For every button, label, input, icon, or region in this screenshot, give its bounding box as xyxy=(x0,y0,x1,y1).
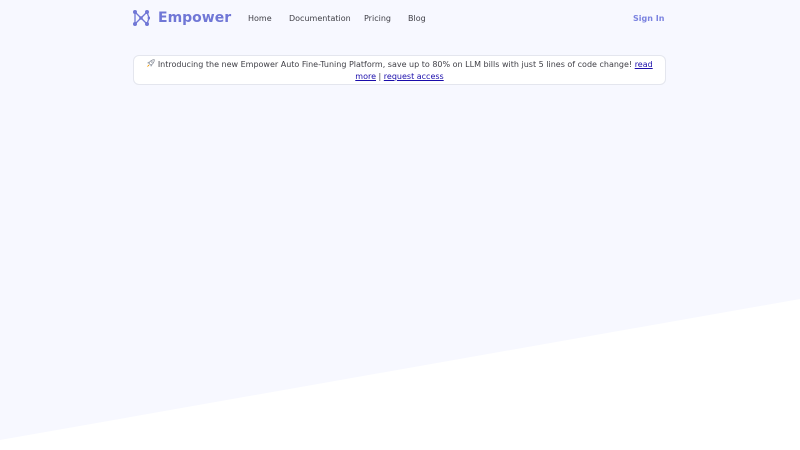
announcement-separator: | xyxy=(376,72,384,81)
rocket-icon xyxy=(147,59,155,68)
brand-logo-link[interactable]: Empower xyxy=(132,9,231,27)
nav-link-home[interactable]: Home xyxy=(248,13,272,25)
top-navbar: Empower Home Documentation Pricing Blog … xyxy=(0,0,800,38)
nav-link-documentation[interactable]: Documentation xyxy=(289,13,351,25)
nav-link-blog[interactable]: Blog xyxy=(408,13,426,25)
molecule-icon xyxy=(133,10,150,26)
announcement-text: Introducing the new Empower Auto Fine-Tu… xyxy=(155,60,635,69)
announcement-banner: Introducing the new Empower Auto Fine-Tu… xyxy=(133,55,666,85)
nav-link-pricing[interactable]: Pricing xyxy=(364,13,391,25)
brand-name: Empower xyxy=(158,10,232,26)
request-access-link[interactable]: request access xyxy=(384,72,444,81)
sign-in-link[interactable]: Sign In xyxy=(633,13,664,25)
